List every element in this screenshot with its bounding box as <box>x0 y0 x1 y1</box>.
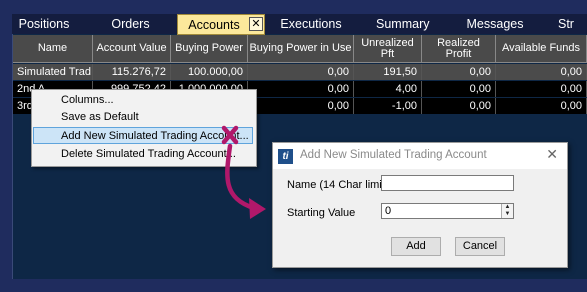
arrow-head <box>249 198 266 219</box>
annotation-arrow <box>221 125 266 219</box>
